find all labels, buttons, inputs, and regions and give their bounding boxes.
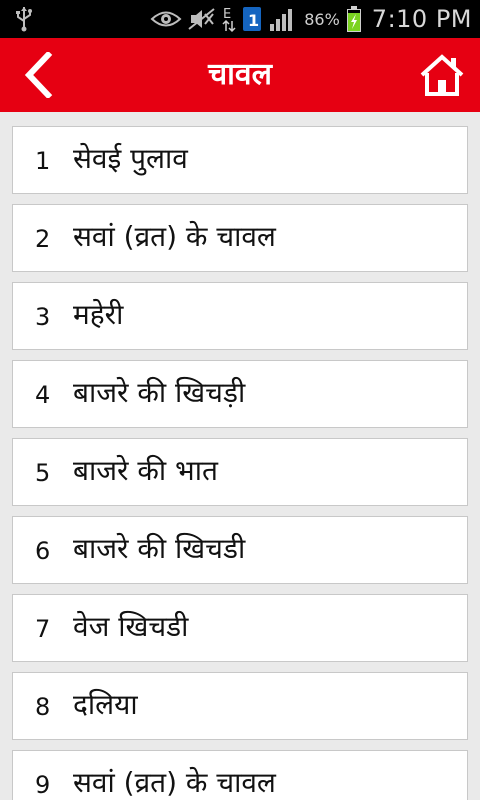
item-label: सेवई पुलाव: [73, 142, 188, 175]
svg-text:E: E: [223, 7, 231, 22]
clock: 7:10 PM: [371, 5, 472, 33]
status-icons: E 1 86% 7:10 PM: [150, 0, 472, 38]
item-number: 7: [35, 615, 51, 643]
item-label: सवां (व्रत) के चावल: [73, 220, 276, 253]
item-number: 5: [35, 459, 51, 487]
back-chevron-icon: [24, 52, 53, 98]
item-label: दलिया: [73, 688, 138, 721]
list-item[interactable]: 3 महेरी: [12, 282, 468, 350]
page-title: चावल: [208, 57, 272, 92]
item-label: सवां (व्रत) के चावल: [73, 766, 276, 799]
sim-1-icon: 1: [243, 7, 262, 31]
eye-icon: [150, 11, 182, 27]
recipe-list[interactable]: 1 सेवई पुलाव 2 सवां (व्रत) के चावल 3 महे…: [0, 112, 480, 800]
list-item[interactable]: 5 बाजरे की भात: [12, 438, 468, 506]
item-label: महेरी: [73, 298, 124, 331]
item-label: बाजरे की भात: [73, 454, 218, 487]
data-e-icon: E: [222, 7, 236, 33]
item-label: बाजरे की खिचड़ी: [73, 376, 246, 409]
mute-icon: [188, 8, 215, 30]
item-number: 1: [35, 147, 51, 175]
item-number: 4: [35, 381, 51, 409]
battery-percent: 86%: [304, 9, 340, 29]
item-number: 9: [35, 771, 51, 799]
home-icon: [420, 54, 464, 96]
list-item[interactable]: 7 वेज खिचडी: [12, 594, 468, 662]
list-item[interactable]: 6 बाजरे की खिचडी: [12, 516, 468, 584]
item-number: 6: [35, 537, 51, 565]
status-bar: E 1 86% 7:10 PM: [0, 0, 480, 38]
home-button[interactable]: [416, 50, 468, 100]
list-item[interactable]: 8 दलिया: [12, 672, 468, 740]
list-item[interactable]: 2 सवां (व्रत) के चावल: [12, 204, 468, 272]
back-button[interactable]: [18, 50, 58, 100]
list-item[interactable]: 9 सवां (व्रत) के चावल: [12, 750, 468, 800]
battery-charging-icon: [346, 6, 361, 32]
usb-icon: [12, 6, 36, 32]
item-number: 2: [35, 225, 51, 253]
signal-icon: [270, 9, 293, 31]
item-label: वेज खिचडी: [73, 610, 189, 643]
item-label: बाजरे की खिचडी: [73, 532, 246, 565]
item-number: 8: [35, 693, 51, 721]
svg-text:1: 1: [248, 11, 259, 30]
app-bar: चावल: [0, 38, 480, 112]
list-item[interactable]: 4 बाजरे की खिचड़ी: [12, 360, 468, 428]
list-item[interactable]: 1 सेवई पुलाव: [12, 126, 468, 194]
item-number: 3: [35, 303, 51, 331]
